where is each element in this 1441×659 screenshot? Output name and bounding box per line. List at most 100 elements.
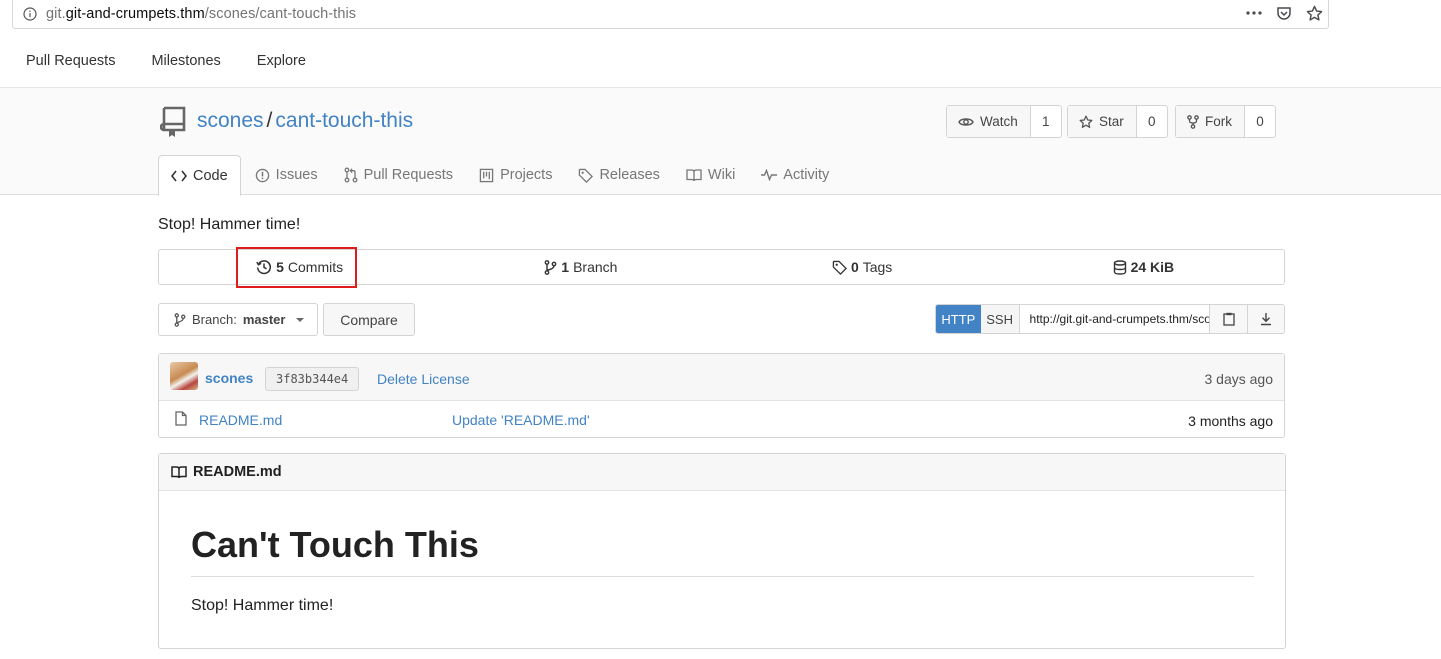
commits-highlight-box xyxy=(236,247,357,288)
tags-label: Tags xyxy=(862,259,893,275)
tab-releases[interactable]: Releases xyxy=(566,155,671,195)
url-path: /scones/cant-touch-this xyxy=(204,6,357,22)
fork-count[interactable]: 0 xyxy=(1245,106,1275,137)
tab-projects-label: Projects xyxy=(500,167,553,183)
book-icon xyxy=(171,465,187,479)
tab-activity[interactable]: Activity xyxy=(749,155,841,195)
code-icon xyxy=(171,170,187,182)
issue-icon xyxy=(255,168,270,183)
nav-explore[interactable]: Explore xyxy=(257,53,306,69)
watch-button-group: Watch 1 xyxy=(946,105,1062,138)
file-name-link[interactable]: README.md xyxy=(199,412,282,428)
branch-stat[interactable]: 1 Branch xyxy=(440,250,721,284)
compare-button[interactable]: Compare xyxy=(323,303,415,336)
repo-owner-link[interactable]: scones xyxy=(197,109,264,132)
readme-body: Stop! Hammer time! xyxy=(191,597,334,614)
avatar[interactable] xyxy=(170,362,198,390)
tags-stat[interactable]: 0 Tags xyxy=(722,250,1003,284)
star-count[interactable]: 0 xyxy=(1137,106,1167,137)
http-clone-button[interactable]: HTTP xyxy=(936,305,981,333)
readme-divider xyxy=(191,576,1254,577)
branch-icon xyxy=(174,312,186,327)
tab-releases-label: Releases xyxy=(599,167,660,183)
branch-icon xyxy=(544,259,557,275)
tab-wiki[interactable]: Wiki xyxy=(674,155,747,195)
repo-icon xyxy=(160,106,188,138)
file-commit-link[interactable]: Update 'README.md' xyxy=(452,412,590,428)
nav-milestones[interactable]: Milestones xyxy=(151,53,220,69)
readme-panel: README.md Can't Touch This Stop! Hammer … xyxy=(158,453,1286,649)
tags-count: 0 xyxy=(850,259,859,275)
branch-count: 1 xyxy=(561,259,570,275)
tab-issues[interactable]: Issues xyxy=(243,155,330,195)
pocket-icon[interactable] xyxy=(1275,4,1293,22)
project-icon xyxy=(479,168,494,183)
branch-label: Branch xyxy=(573,259,618,275)
branch-prefix: Branch: xyxy=(192,312,237,327)
fork-label: Fork xyxy=(1205,114,1232,129)
readme-header: README.md xyxy=(159,454,1285,491)
tab-pull-requests[interactable]: Pull Requests xyxy=(332,155,465,195)
top-nav: Pull Requests Milestones Explore xyxy=(0,35,1441,88)
tab-activity-label: Activity xyxy=(783,167,830,183)
tab-issues-label: Issues xyxy=(275,167,318,183)
more-options-icon[interactable] xyxy=(1245,4,1263,22)
tab-wiki-label: Wiki xyxy=(707,167,736,183)
size-stat: 24 KiB xyxy=(1003,250,1284,284)
tab-pull-requests-label: Pull Requests xyxy=(363,167,454,183)
repo-description: Stop! Hammer time! xyxy=(158,216,301,233)
file-time: 3 months ago xyxy=(1188,413,1273,429)
tab-projects[interactable]: Projects xyxy=(467,155,564,195)
tab-code[interactable]: Code xyxy=(158,155,241,196)
download-button[interactable] xyxy=(1247,305,1284,333)
download-icon xyxy=(1260,312,1272,326)
repo-tabs: Code Issues Pull Requests Projects Relea… xyxy=(158,155,843,196)
eye-icon xyxy=(958,116,974,128)
watch-label: Watch xyxy=(980,114,1018,129)
repo-title: scones / cant-touch-this xyxy=(197,109,413,133)
readme-title: Can't Touch This xyxy=(191,524,479,565)
copy-clipboard-button[interactable] xyxy=(1210,305,1248,333)
branch-selector[interactable]: Branch: master xyxy=(158,303,318,336)
clone-url-group: HTTP SSH http://git.git-and-crumpets.thm… xyxy=(935,304,1285,334)
repo-size: 24 KiB xyxy=(1130,259,1175,275)
database-icon xyxy=(1113,259,1127,275)
watch-count[interactable]: 1 xyxy=(1031,106,1061,137)
star-button-group: Star 0 xyxy=(1067,105,1168,138)
star-button[interactable]: Star xyxy=(1068,106,1137,137)
clipboard-icon xyxy=(1223,312,1235,326)
url-prefix: git. xyxy=(46,6,66,22)
star-label: Star xyxy=(1099,114,1124,129)
chevron-down-icon xyxy=(296,317,305,322)
pull-request-icon xyxy=(344,167,358,183)
tab-code-label: Code xyxy=(193,167,228,184)
files-table: scones 3f83b344e4 Delete License 3 days … xyxy=(158,353,1285,438)
branch-name: master xyxy=(242,312,286,327)
commit-author-link[interactable]: scones xyxy=(205,370,253,386)
tag-icon xyxy=(832,260,847,275)
fork-icon xyxy=(1187,114,1199,129)
fork-button-group: Fork 0 xyxy=(1175,105,1276,138)
nav-pull-requests[interactable]: Pull Requests xyxy=(26,53,115,69)
commit-message-link[interactable]: Delete License xyxy=(377,371,470,387)
fork-button[interactable]: Fork xyxy=(1176,106,1245,137)
url-text[interactable]: git.git-and-crumpets.thm/scones/cant-tou… xyxy=(46,6,356,22)
star-icon xyxy=(1079,115,1093,129)
repo-name-link[interactable]: cant-touch-this xyxy=(275,109,413,132)
commit-time: 3 days ago xyxy=(1204,371,1274,387)
bookmark-star-icon[interactable] xyxy=(1305,4,1323,22)
clone-url-input[interactable]: http://git.git-and-crumpets.thm/scones/c… xyxy=(1020,305,1211,333)
book-icon xyxy=(686,168,702,182)
info-icon[interactable] xyxy=(23,7,37,21)
repo-title-separator: / xyxy=(266,109,273,132)
commit-sha-button[interactable]: 3f83b344e4 xyxy=(265,367,360,391)
watch-button[interactable]: Watch xyxy=(947,106,1031,137)
pulse-icon xyxy=(761,169,778,181)
file-icon xyxy=(175,411,187,426)
latest-commit-row: scones 3f83b344e4 Delete License 3 days … xyxy=(159,354,1284,401)
ssh-clone-button[interactable]: SSH xyxy=(980,305,1020,333)
url-domain: git-and-crumpets.thm xyxy=(65,6,205,22)
readme-filename: README.md xyxy=(193,464,282,480)
browser-url-bar[interactable]: git.git-and-crumpets.thm/scones/cant-tou… xyxy=(12,0,1329,29)
table-row: README.md Update 'README.md' 3 months ag… xyxy=(159,401,1284,438)
